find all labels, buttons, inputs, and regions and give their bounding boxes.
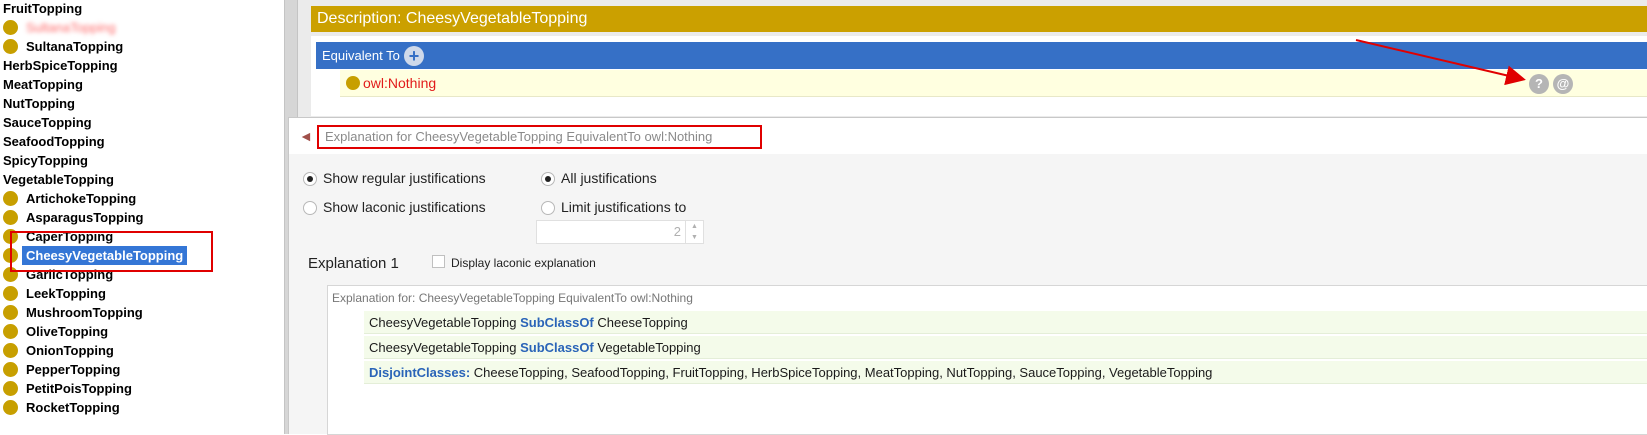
annotation-arrow-icon	[1355, 39, 1526, 86]
